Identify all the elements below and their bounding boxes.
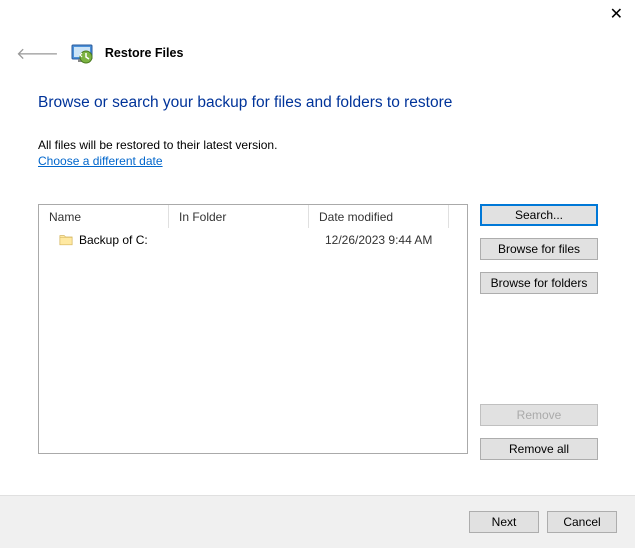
column-header-folder[interactable]: In Folder: [169, 205, 309, 228]
page-heading: Browse or search your backup for files a…: [38, 94, 609, 112]
table-row[interactable]: Backup of C: 12/26/2023 9:44 AM: [39, 229, 467, 251]
file-list[interactable]: Name In Folder Date modified Backup of C…: [38, 204, 468, 454]
folder-icon: [59, 233, 73, 247]
row-name: Backup of C:: [79, 233, 183, 247]
remove-all-button[interactable]: Remove all: [480, 438, 598, 460]
search-button[interactable]: Search...: [480, 204, 598, 226]
wizard-header: 🡐 Restore Files: [0, 0, 635, 64]
close-icon[interactable]: ✕: [610, 4, 623, 24]
list-header: Name In Folder Date modified: [39, 205, 467, 229]
restore-version-note: All files will be restored to their late…: [38, 138, 609, 152]
cancel-button[interactable]: Cancel: [547, 511, 617, 533]
column-header-date[interactable]: Date modified: [309, 205, 449, 228]
browse-folders-button[interactable]: Browse for folders: [480, 272, 598, 294]
restore-icon: [71, 42, 93, 64]
browse-files-button[interactable]: Browse for files: [480, 238, 598, 260]
wizard-title: Restore Files: [105, 46, 184, 60]
remove-button: Remove: [480, 404, 598, 426]
column-header-name[interactable]: Name: [39, 205, 169, 228]
choose-date-link[interactable]: Choose a different date: [38, 154, 163, 168]
row-date: 12/26/2023 9:44 AM: [323, 233, 432, 247]
wizard-footer: Next Cancel: [0, 496, 635, 548]
next-button[interactable]: Next: [469, 511, 539, 533]
back-arrow-icon[interactable]: 🡐: [16, 43, 59, 64]
